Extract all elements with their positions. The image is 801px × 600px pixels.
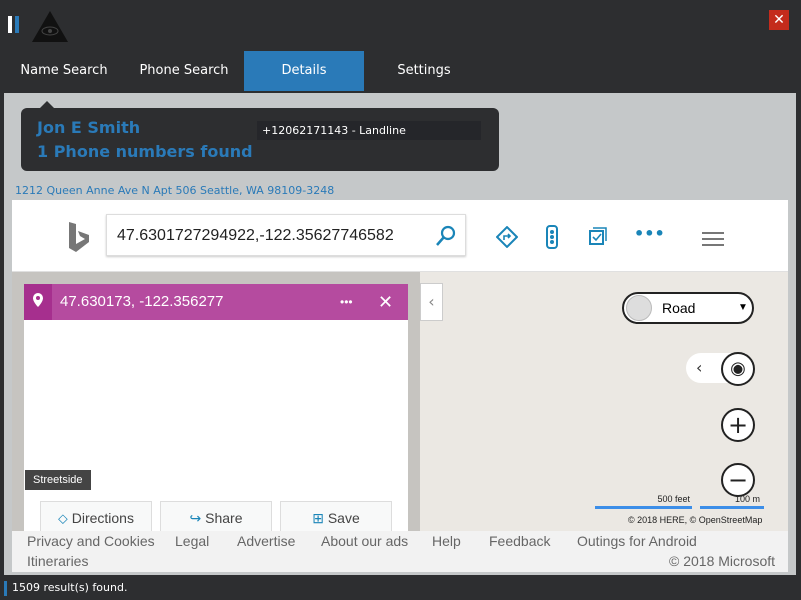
infobox bbox=[24, 284, 408, 532]
streetside-label[interactable]: Streetside bbox=[25, 470, 91, 490]
app-icon-bar-white bbox=[8, 16, 12, 33]
phone-list-item[interactable]: +12062171143 - Landline bbox=[257, 121, 481, 140]
status-indicator bbox=[4, 581, 7, 596]
scale-bar-meters bbox=[700, 506, 764, 509]
phone-count: 1 Phone numbers found bbox=[37, 142, 253, 161]
card-pointer bbox=[40, 101, 54, 108]
hamburger-menu-icon[interactable] bbox=[702, 232, 724, 246]
status-text: 1509 result(s) found. bbox=[12, 581, 128, 594]
infobox-title: 47.630173, -122.356277 bbox=[60, 293, 224, 310]
my-places-icon[interactable] bbox=[588, 226, 608, 246]
zoom-in-icon[interactable]: + bbox=[721, 408, 755, 442]
collapse-pane-chevron-icon[interactable]: ‹ bbox=[420, 283, 443, 321]
title-bar: ✕ bbox=[0, 0, 801, 50]
footer-link[interactable]: Help bbox=[432, 533, 461, 549]
tab-settings[interactable]: Settings bbox=[364, 51, 484, 91]
directions-button[interactable]: ⬦ Directions bbox=[40, 501, 152, 533]
footer-link[interactable]: Feedback bbox=[489, 533, 550, 549]
address-link[interactable]: 1212 Queen Anne Ave N Apt 506 Seattle, W… bbox=[15, 184, 334, 197]
bing-footer: Privacy and Cookies Legal Advertise Abou… bbox=[12, 531, 788, 572]
eye-triangle-logo-icon bbox=[32, 11, 68, 42]
bing-logo-icon bbox=[69, 222, 89, 252]
tab-details[interactable]: Details bbox=[244, 51, 364, 91]
infobox-close-icon[interactable]: ✕ bbox=[378, 284, 393, 320]
more-icon[interactable]: ••• bbox=[634, 224, 665, 243]
infobox-more-icon[interactable]: ••• bbox=[340, 284, 353, 320]
footer-link[interactable]: Privacy and Cookies bbox=[27, 533, 155, 549]
copyright: © 2018 Microsoft bbox=[669, 553, 776, 569]
tab-phone-search[interactable]: Phone Search bbox=[124, 51, 244, 91]
scale-bar-feet bbox=[595, 506, 692, 509]
footer-link[interactable]: Advertise bbox=[237, 533, 295, 549]
app-icon-bar-blue bbox=[15, 16, 19, 33]
locate-me-icon[interactable]: ◉ bbox=[721, 352, 755, 386]
dropdown-arrow-icon: ▼ bbox=[738, 302, 748, 313]
traffic-icon[interactable] bbox=[544, 224, 560, 250]
scale-feet: 500 feet bbox=[657, 494, 690, 504]
map-style-dropdown[interactable]: Road ▼ bbox=[622, 292, 754, 324]
person-name: Jon E Smith bbox=[37, 118, 141, 137]
footer-link[interactable]: Legal bbox=[175, 533, 209, 549]
directions-icon[interactable] bbox=[496, 226, 518, 248]
status-bar: 1509 result(s) found. bbox=[0, 576, 801, 600]
footer-link[interactable]: Itineraries bbox=[27, 553, 88, 569]
search-icon[interactable] bbox=[434, 224, 458, 248]
footer-link[interactable]: Outings for Android bbox=[577, 533, 697, 549]
footer-link[interactable]: About our ads bbox=[321, 533, 408, 549]
save-button[interactable]: ⊞ Save bbox=[280, 501, 392, 533]
scale-meters: 100 m bbox=[735, 494, 761, 504]
infobox-header: 47.630173, -122.356277 ••• ✕ bbox=[24, 284, 408, 320]
map-search-input[interactable]: 47.6301727294922,-122.35627746582 bbox=[106, 214, 466, 256]
share-icon: ↪ bbox=[189, 510, 206, 526]
pin-icon bbox=[24, 284, 52, 320]
zoom-out-icon[interactable]: − bbox=[721, 463, 755, 497]
tab-name-search[interactable]: Name Search bbox=[4, 51, 124, 91]
road-thumbnail-icon bbox=[626, 295, 652, 321]
map-attribution: © 2018 HERE, © OpenStreetMap bbox=[628, 515, 763, 525]
directions-icon: ⬦ bbox=[58, 510, 72, 526]
save-icon: ⊞ bbox=[312, 510, 328, 526]
close-button[interactable]: ✕ bbox=[769, 10, 789, 30]
share-button[interactable]: ↪ Share bbox=[160, 501, 272, 533]
